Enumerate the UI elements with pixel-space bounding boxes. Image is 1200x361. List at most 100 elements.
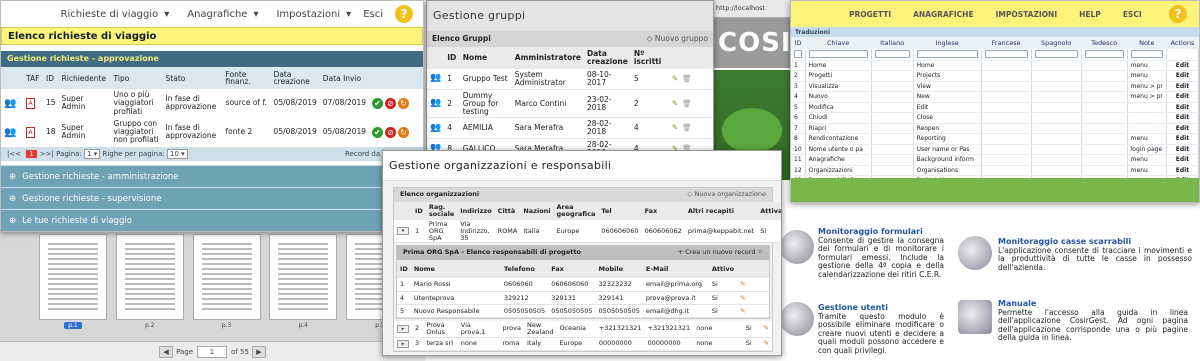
edit-icon[interactable]: ✎ bbox=[740, 294, 745, 302]
module-casse[interactable]: Monitoraggio casse scarrabili L'applicazi… bbox=[998, 237, 1192, 272]
close-icon[interactable]: ✖ bbox=[758, 248, 763, 256]
col-francese[interactable]: Francese bbox=[981, 37, 1032, 49]
table-row[interactable]: ▸ 3 terza srl none roma Italy Europe 00000000 00… bbox=[394, 337, 772, 351]
prev-page-button[interactable]: ◀ bbox=[159, 345, 174, 358]
delete-icon[interactable]: 🗑 bbox=[682, 123, 692, 132]
col-nazioni[interactable]: Nazioni bbox=[520, 202, 554, 220]
page-select[interactable]: 1 ▾ bbox=[84, 148, 101, 159]
expand-toggle[interactable]: ▸ bbox=[394, 337, 412, 351]
nav-anagrafiche[interactable]: Anagrafiche ▾ bbox=[181, 9, 258, 20]
col-taf[interactable]: TAF bbox=[23, 67, 43, 89]
nav-anagrafiche[interactable]: ANAGRAFICHE bbox=[913, 10, 973, 19]
edit-icon[interactable]: ✎ bbox=[764, 339, 769, 347]
filter-tedesco[interactable] bbox=[1081, 49, 1128, 61]
nav-progetti[interactable]: PROGETTI bbox=[849, 10, 891, 19]
col-data[interactable]: Data creazione bbox=[584, 47, 631, 69]
edit-icon[interactable]: ✎ bbox=[740, 307, 745, 315]
table-row[interactable]: 2 Progetti Projects menu Edit bbox=[791, 70, 1199, 82]
table-row[interactable]: ▸ 2 Prova Onlus Via prova,1 prova New Zealand… bbox=[394, 320, 772, 338]
page-thumbnail[interactable]: p.1 bbox=[36, 234, 110, 329]
table-row[interactable]: 12 Organizzazioni Organisations menu Edit bbox=[791, 165, 1199, 176]
col-tel[interactable]: Tel bbox=[598, 202, 642, 220]
accordion-amministrazione[interactable]: ⊕ Gestione richieste - amministrazione bbox=[1, 164, 423, 187]
reject-icon[interactable]: ⊘ bbox=[385, 126, 397, 138]
col-amministratore[interactable]: Amministratore bbox=[511, 47, 585, 69]
col-richiedente[interactable]: Richiedente bbox=[58, 67, 111, 89]
table-row[interactable]: 6 Chiudi Close Edit bbox=[791, 112, 1199, 124]
table-row[interactable]: 1 Mario Rossi 0606060 060606060 32323232 emai… bbox=[397, 278, 769, 292]
pdf-icon[interactable]: A bbox=[23, 118, 43, 147]
nav-esci[interactable]: Esci bbox=[363, 9, 383, 20]
filter-inglese[interactable] bbox=[913, 49, 982, 61]
col-fax[interactable]: Fax bbox=[641, 202, 685, 220]
col-nome[interactable]: Nome bbox=[459, 47, 512, 69]
table-row[interactable]: 5 Modifica Edit Edit bbox=[791, 102, 1199, 113]
table-row[interactable]: ▾ 1 Prima ORG SpA Via Indirizzo, 35 ROMA Ital… bbox=[394, 220, 781, 244]
edit-link[interactable]: Edit bbox=[1166, 123, 1199, 134]
col-chiave[interactable]: Chiave bbox=[805, 37, 872, 49]
edit-link[interactable]: Edit bbox=[1166, 154, 1199, 166]
table-row[interactable]: 4 Nuovo New menu > pr Edit bbox=[791, 91, 1199, 103]
col-id[interactable]: ID bbox=[43, 67, 59, 89]
edit-icon[interactable]: ✎ bbox=[740, 280, 745, 288]
undo-icon[interactable]: ↻ bbox=[398, 126, 410, 138]
page-thumbnail[interactable]: p.2 bbox=[113, 234, 187, 329]
current-page[interactable]: 1 bbox=[26, 149, 37, 158]
col-rag-sociale[interactable]: Rag. sociale bbox=[425, 202, 458, 220]
edit-link[interactable]: Edit bbox=[1166, 102, 1199, 113]
approve-icon[interactable]: ✔ bbox=[372, 126, 384, 138]
edit-link[interactable]: Edit bbox=[1166, 81, 1199, 92]
col-actions[interactable]: Actions bbox=[1166, 37, 1199, 49]
edit-link[interactable]: Edit bbox=[1166, 133, 1199, 145]
col-invio[interactable]: Data Invio bbox=[319, 67, 370, 89]
col-nome[interactable]: Nome bbox=[410, 260, 501, 279]
edit-link[interactable]: Edit bbox=[1166, 144, 1199, 155]
expand-toggle[interactable]: ▾ bbox=[394, 220, 412, 244]
table-row[interactable]: 1 Home Home menu Edit bbox=[791, 60, 1199, 71]
delete-icon[interactable]: 🗑 bbox=[682, 99, 692, 108]
edit-link[interactable]: Edit bbox=[1166, 91, 1199, 103]
col-id[interactable]: ID bbox=[397, 260, 411, 279]
table-row[interactable]: 👥 A 18 Super Admin Gruppo con viaggiatori no… bbox=[1, 118, 423, 147]
new-record-button[interactable]: + Crea un nuovo record ✖ bbox=[678, 248, 763, 258]
expand-toggle[interactable]: ▸ bbox=[394, 320, 412, 338]
filter-spagnolo[interactable] bbox=[1031, 49, 1082, 61]
filter-italiano[interactable] bbox=[871, 49, 914, 61]
undo-icon[interactable]: ↻ bbox=[398, 97, 410, 109]
col-note[interactable]: Note bbox=[1127, 37, 1167, 49]
table-row[interactable]: 👥 1 Gruppo Test System Administrator 08-10-2… bbox=[427, 69, 713, 90]
edit-link[interactable]: Edit bbox=[1166, 70, 1199, 82]
pdf-icon[interactable]: A bbox=[23, 89, 43, 118]
module-manuale[interactable]: Manuale Permette l'accesso alla guida in … bbox=[998, 299, 1188, 343]
delete-icon[interactable]: 🗑 bbox=[682, 74, 692, 83]
col-fonte[interactable]: Fonte finanz. bbox=[222, 67, 271, 89]
help-icon[interactable]: ? bbox=[395, 5, 413, 23]
col-indirizzo[interactable]: Indirizzo bbox=[457, 202, 495, 220]
page-thumbnail[interactable]: p.4 bbox=[266, 234, 340, 329]
col-id[interactable]: ID bbox=[444, 47, 460, 69]
table-row[interactable]: 👥 4 AEMILIA Sara Merafra 28-02-2018 4 ✎ 🗑 bbox=[427, 117, 713, 140]
filter-francese[interactable] bbox=[981, 49, 1032, 61]
col-email[interactable]: E-Mail bbox=[642, 260, 709, 279]
edit-link[interactable]: Edit bbox=[1166, 165, 1199, 176]
approve-icon[interactable]: ✔ bbox=[372, 97, 384, 109]
nav-richieste[interactable]: Richieste di viaggio ▾ bbox=[55, 9, 170, 20]
col-attiva[interactable]: Attiva bbox=[757, 202, 781, 220]
next-page-button[interactable]: ▶ bbox=[251, 345, 266, 358]
col-altri[interactable]: Altri recapiti bbox=[684, 202, 758, 220]
table-row[interactable]: 8 Rendicontazione Reporting menu Edit bbox=[791, 133, 1199, 145]
col-iscritti[interactable]: Nº iscritti bbox=[630, 47, 669, 69]
table-row[interactable]: 👥 2 Dummy Group for testing Marco Contini 23… bbox=[427, 89, 713, 119]
edit-icon[interactable]: ✎ bbox=[672, 74, 678, 83]
rows-per-page-select[interactable]: 10 ▾ bbox=[167, 148, 188, 159]
col-citta[interactable]: Città bbox=[494, 202, 521, 220]
next-page-button[interactable]: >>| bbox=[40, 150, 54, 158]
nav-impostazioni[interactable]: Impostazioni ▾ bbox=[270, 9, 351, 20]
col-tedesco[interactable]: Tedesco bbox=[1081, 37, 1128, 49]
table-row[interactable]: 11 Anagrafiche Background inform menu Edit bbox=[791, 154, 1199, 166]
table-row[interactable]: 👥 A 15 Super Admin Uno o più viaggiatori pro… bbox=[1, 89, 423, 118]
nav-esci[interactable]: ESCI bbox=[1123, 10, 1142, 19]
new-organization-button[interactable]: ◇ Nuova organizzazione bbox=[687, 190, 766, 200]
nav-help[interactable]: HELP bbox=[1079, 10, 1101, 19]
table-row[interactable]: 10 Nome utente o pa User name or Pas login … bbox=[791, 144, 1199, 155]
